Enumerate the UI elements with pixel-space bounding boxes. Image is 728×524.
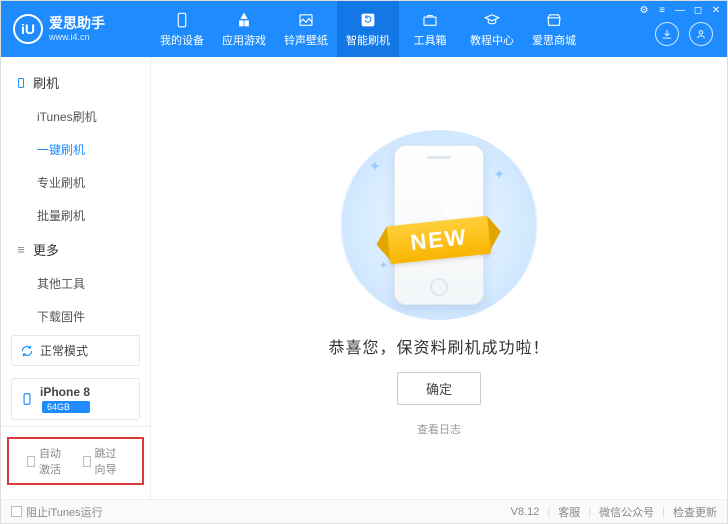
section-title: 刷机 bbox=[33, 73, 59, 92]
sidebar-item-itunes-flash[interactable]: iTunes刷机 bbox=[1, 100, 150, 133]
phone-icon bbox=[173, 11, 191, 29]
sparkle-icon: ✦ bbox=[369, 158, 381, 175]
tab-label: 智能刷机 bbox=[346, 32, 390, 48]
mode-label: 正常模式 bbox=[40, 342, 88, 359]
tab-label: 铃声壁纸 bbox=[284, 32, 328, 48]
status-bar: 阻止iTunes运行 V8.12 | 客服 | 微信公众号 | 检查更新 bbox=[1, 499, 727, 523]
device-name: iPhone 8 bbox=[40, 385, 90, 399]
sidebar-item-batch-flash[interactable]: 批量刷机 bbox=[1, 199, 150, 232]
check-update-link[interactable]: 检查更新 bbox=[673, 504, 717, 520]
highlighted-options: 自动激活 跳过向导 bbox=[7, 437, 144, 485]
user-button[interactable] bbox=[689, 22, 713, 46]
checkbox-icon bbox=[27, 456, 35, 467]
tab-tutorials[interactable]: 教程中心 bbox=[461, 1, 523, 57]
device-indicator[interactable]: iPhone 8 64GB bbox=[11, 378, 140, 420]
tab-label: 爱思商城 bbox=[532, 32, 576, 48]
checkbox-block-itunes[interactable]: 阻止iTunes运行 bbox=[11, 504, 103, 520]
checkbox-skip-guide[interactable]: 跳过向导 bbox=[83, 445, 125, 477]
sparkle-icon: ✦ bbox=[493, 166, 505, 183]
tab-label: 教程中心 bbox=[470, 32, 514, 48]
settings-icon[interactable]: ⚙ bbox=[637, 3, 651, 17]
device-icon bbox=[15, 77, 27, 89]
checkbox-icon bbox=[83, 456, 91, 467]
download-button[interactable] bbox=[655, 22, 679, 46]
tab-label: 应用游戏 bbox=[222, 32, 266, 48]
wechat-link[interactable]: 微信公众号 bbox=[599, 504, 654, 520]
sidebar-footer: 自动激活 跳过向导 bbox=[1, 426, 150, 499]
checkbox-label: 阻止iTunes运行 bbox=[26, 504, 103, 520]
view-log-link[interactable]: 查看日志 bbox=[417, 421, 461, 437]
version-label: V8.12 bbox=[511, 506, 540, 518]
window-controls: ⚙ ≡ — ◻ ✕ bbox=[637, 3, 723, 17]
sync-icon bbox=[20, 344, 34, 358]
success-message: 恭喜您，保资料刷机成功啦！ bbox=[328, 334, 549, 358]
mode-indicator[interactable]: 正常模式 bbox=[11, 335, 140, 366]
section-title: 更多 bbox=[33, 240, 59, 259]
minimize-button[interactable]: — bbox=[673, 3, 687, 17]
image-icon bbox=[297, 11, 315, 29]
list-icon: ≡ bbox=[15, 244, 27, 256]
refresh-icon bbox=[359, 11, 377, 29]
sidebar-item-other-tools[interactable]: 其他工具 bbox=[1, 267, 150, 300]
checkbox-label: 跳过向导 bbox=[95, 445, 124, 477]
section-more[interactable]: ≡ 更多 bbox=[1, 232, 150, 267]
store-icon bbox=[545, 11, 563, 29]
toolbox-icon bbox=[421, 11, 439, 29]
logo-icon: iU bbox=[13, 14, 43, 44]
graduation-icon bbox=[483, 11, 501, 29]
tab-ringtones[interactable]: 铃声壁纸 bbox=[275, 1, 337, 57]
maximize-button[interactable]: ◻ bbox=[691, 3, 705, 17]
checkbox-auto-activate[interactable]: 自动激活 bbox=[27, 445, 69, 477]
success-illustration: ✦ ✦ ✦ NEW bbox=[339, 130, 539, 320]
tab-flash[interactable]: 智能刷机 bbox=[337, 1, 399, 57]
storage-badge: 64GB bbox=[42, 401, 90, 413]
ok-button[interactable]: 确定 bbox=[397, 372, 481, 405]
body: 刷机 iTunes刷机 一键刷机 专业刷机 批量刷机 ≡ 更多 其他工具 下载固… bbox=[1, 57, 727, 499]
app-window: ⚙ ≡ — ◻ ✕ iU 爱思助手 www.i4.cn 我的设备 应用游戏 bbox=[0, 0, 728, 524]
tab-toolbox[interactable]: 工具箱 bbox=[399, 1, 461, 57]
checkbox-icon bbox=[11, 506, 22, 517]
phone-small-icon bbox=[20, 392, 34, 406]
app-name: 爱思助手 bbox=[49, 15, 105, 32]
header-bar: ⚙ ≡ — ◻ ✕ iU 爱思助手 www.i4.cn 我的设备 应用游戏 bbox=[1, 1, 727, 57]
tab-label: 我的设备 bbox=[160, 32, 204, 48]
tab-my-device[interactable]: 我的设备 bbox=[151, 1, 213, 57]
sidebar-item-download-firmware[interactable]: 下载固件 bbox=[1, 300, 150, 329]
tab-label: 工具箱 bbox=[414, 32, 447, 48]
main-tabs: 我的设备 应用游戏 铃声壁纸 智能刷机 工具箱 教程中心 bbox=[151, 1, 655, 57]
header-actions bbox=[655, 22, 727, 46]
sidebar-item-pro-flash[interactable]: 专业刷机 bbox=[1, 166, 150, 199]
tab-store[interactable]: 爱思商城 bbox=[523, 1, 585, 57]
support-link[interactable]: 客服 bbox=[558, 504, 580, 520]
checkbox-label: 自动激活 bbox=[39, 445, 68, 477]
apps-icon bbox=[235, 11, 253, 29]
sidebar: 刷机 iTunes刷机 一键刷机 专业刷机 批量刷机 ≡ 更多 其他工具 下载固… bbox=[1, 57, 151, 499]
tab-apps[interactable]: 应用游戏 bbox=[213, 1, 275, 57]
close-button[interactable]: ✕ bbox=[709, 3, 723, 17]
app-url: www.i4.cn bbox=[49, 32, 105, 43]
section-flash[interactable]: 刷机 bbox=[1, 65, 150, 100]
main-panel: ✦ ✦ ✦ NEW 恭喜您，保资料刷机成功啦！ 确定 查看日志 bbox=[151, 57, 727, 499]
menu-icon[interactable]: ≡ bbox=[655, 3, 669, 17]
sidebar-item-oneclick-flash[interactable]: 一键刷机 bbox=[1, 133, 150, 166]
logo-area: iU 爱思助手 www.i4.cn bbox=[1, 14, 151, 44]
